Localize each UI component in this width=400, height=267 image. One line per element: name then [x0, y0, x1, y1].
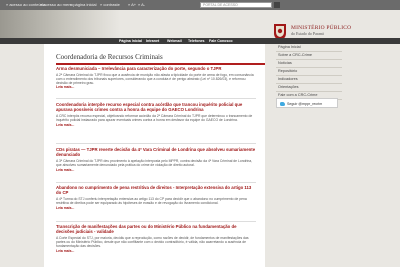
nav-intranet[interactable]: Intranet [146, 39, 159, 43]
page-title: Coordenadoria de Recursos Criminais [56, 53, 163, 61]
sidebar-item-home[interactable]: Página Inicial [276, 44, 342, 52]
top-utility-bar: » acesso ao conteúdo » acesso ao menu » … [0, 0, 400, 10]
link-font-increase[interactable]: » A+ [128, 2, 136, 7]
search-button[interactable] [274, 1, 280, 8]
sidebar-item-repository[interactable]: Repositório [276, 68, 342, 76]
site-header: MINISTÉRIO PÚBLICO do Estado do Paraná [0, 10, 400, 38]
article-item: Arma desmuniciada – Irrelevância para ca… [56, 66, 256, 89]
article-summary: A CRC interpôs recurso especial, objetiv… [56, 113, 253, 122]
read-more-link[interactable]: Leia mais... [56, 206, 256, 210]
title-divider [56, 63, 265, 65]
article-title[interactable]: Abandono no cumprimento de pena restriti… [56, 185, 256, 195]
nav-contact[interactable]: Fale Conosco [209, 39, 233, 43]
read-more-link[interactable]: Leia mais... [56, 85, 256, 89]
read-more-link[interactable]: Leia mais... [56, 168, 256, 172]
link-contrast[interactable]: » contraste [100, 2, 120, 7]
sidebar-item-about[interactable]: Sobre a CRC-Crime [276, 52, 342, 60]
article-divider [56, 143, 256, 144]
article-title[interactable]: Transcrição de manifestações das partes … [56, 224, 256, 234]
article-summary: A 2ª Câmara Criminal do TJPR fixou que a… [56, 72, 254, 85]
sidebar-item-indicators[interactable]: Indicadores [276, 76, 342, 84]
sidebar-item-news[interactable]: Notícias [276, 60, 342, 68]
statue-photo [0, 10, 120, 38]
article-item: CDs piratas — TJPR reverte decisão da 4ª… [56, 147, 256, 172]
link-skip-to-menu[interactable]: » acesso ao menu [40, 2, 73, 7]
article-divider [56, 98, 256, 99]
main-content: Coordenadoria de Recursos Criminais Arma… [44, 44, 265, 267]
article-item: Transcrição de manifestações das partes … [56, 224, 256, 253]
article-title[interactable]: Arma desmuniciada – Irrelevância para ca… [56, 66, 256, 71]
article-summary: A Corte Especial do STJ, por maioria, de… [56, 235, 249, 249]
article-title[interactable]: Coordenadoria interpõe recurso especial … [56, 102, 256, 112]
portal-search-input[interactable]: PORTAL DE ACESSO [200, 1, 272, 8]
article-item: Coordenadoria interpõe recurso especial … [56, 102, 256, 127]
twitter-follow-label: Seguir @mppr_recrim [287, 101, 323, 106]
article-divider [56, 221, 256, 222]
article-title[interactable]: CDs piratas — TJPR reverte decisão da 4ª… [56, 147, 256, 157]
twitter-bird-icon [280, 101, 285, 106]
article-summary: A 4ª Turma do STJ conferiu interpretação… [56, 196, 247, 205]
article-divider [56, 182, 256, 183]
link-font-decrease[interactable]: » A- [138, 2, 145, 7]
article-summary: A 3ª Câmara Criminal do TJPR deu provime… [56, 158, 253, 167]
link-home[interactable]: » página inicial [70, 2, 96, 7]
coat-of-arms-icon [274, 24, 286, 38]
read-more-link[interactable]: Leia mais... [56, 249, 256, 253]
read-more-link[interactable]: Leia mais... [56, 123, 256, 127]
nav-phones[interactable]: Telefones [188, 39, 205, 43]
brand-subtitle: do Estado do Paraná [291, 31, 324, 36]
article-item: Abandono no cumprimento de pena restriti… [56, 185, 256, 210]
twitter-follow-button[interactable]: Seguir @mppr_recrim [276, 98, 338, 108]
nav-webmail[interactable]: Webmail [167, 39, 182, 43]
sidebar-item-guidelines[interactable]: Orientações [276, 84, 342, 92]
nav-home[interactable]: Página Inicial [119, 39, 142, 43]
